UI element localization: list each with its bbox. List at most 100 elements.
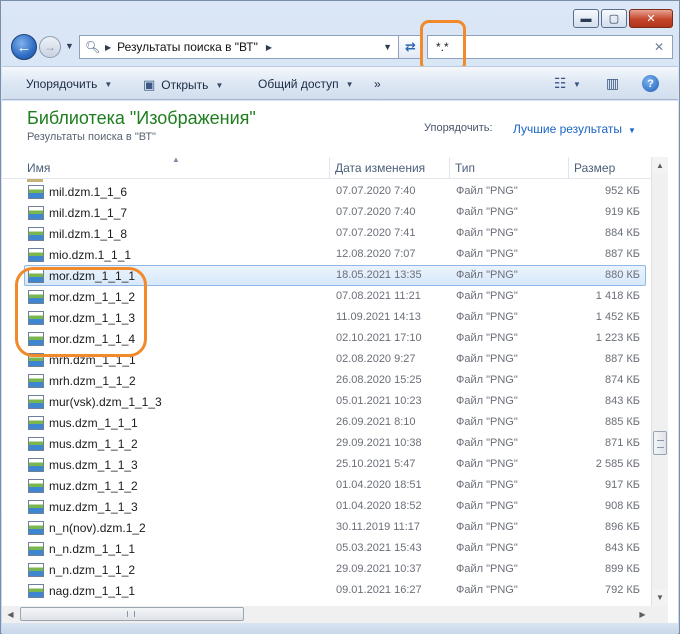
file-name: mus.dzm_1_1_1	[49, 416, 138, 430]
file-row[interactable]: mus.dzm_1_1_3 25.10.2021 5:47 Файл "PNG" 2 …	[24, 454, 646, 475]
arrange-by-value: Лучшие результаты	[513, 122, 622, 136]
chevron-right-icon[interactable]: ▶	[266, 43, 272, 52]
column-divider[interactable]	[568, 157, 569, 179]
sort-ascending-icon: ▲	[172, 155, 180, 164]
file-size: 887 КБ	[604, 353, 640, 365]
file-size: 919 КБ	[604, 206, 640, 218]
file-row[interactable]: mio.dzm.1_1_1 12.08.2020 7:07 Файл "PNG" 88…	[24, 244, 646, 265]
file-size: 874 КБ	[604, 374, 640, 386]
open-image-icon: ▣	[143, 77, 156, 92]
back-arrow-icon: ←	[16, 38, 32, 56]
column-type[interactable]: Тип	[455, 161, 475, 175]
library-title: Библиотека "Изображения"	[27, 108, 256, 128]
scrollbar-corner	[651, 606, 668, 623]
png-file-icon	[28, 542, 44, 556]
open-menu[interactable]: ▣ Открыть ▼	[143, 77, 223, 93]
file-type: Файл "PNG"	[456, 542, 518, 554]
file-type: Файл "PNG"	[456, 248, 518, 260]
column-date-modified[interactable]: Дата изменения	[335, 161, 425, 175]
horizontal-scrollbar[interactable]: ◀ ▶	[2, 606, 651, 623]
png-file-icon	[28, 206, 44, 220]
organize-menu[interactable]: Упорядочить ▼	[26, 77, 112, 91]
minimize-button[interactable]: ▬	[573, 9, 599, 28]
chevron-down-icon: ▼	[628, 126, 636, 135]
arrange-by-dropdown[interactable]: Лучшие результаты ▼	[513, 122, 636, 136]
chevron-down-icon: ▼	[104, 79, 113, 89]
file-name: mil.dzm.1_1_6	[49, 185, 128, 199]
file-row[interactable]: mur(vsk).dzm_1_1_3 05.01.2021 10:23 Файл "…	[24, 391, 646, 412]
file-row[interactable]: muz.dzm_1_1_3 01.04.2020 18:52 Файл "PNG" 9…	[24, 496, 646, 517]
chevron-down-icon: ▼	[215, 80, 224, 90]
column-name[interactable]: Имя	[27, 161, 50, 175]
column-size[interactable]: Размер	[574, 161, 615, 175]
address-bar[interactable]: 🔍︎ ▶ Результаты поиска в "ВТ" ▶ ▼	[79, 35, 399, 59]
file-row[interactable]: mrh.dzm_1_1_2 26.08.2020 15:25 Файл "PNG" 8…	[24, 370, 646, 391]
file-name: mus.dzm_1_1_3	[49, 458, 138, 472]
scroll-right-icon[interactable]: ▶	[634, 606, 651, 623]
png-file-icon	[28, 185, 44, 199]
file-row[interactable]: mil.dzm.1_1_7 07.07.2020 7:40 Файл "PNG" 91…	[24, 202, 646, 223]
file-name: n_n(nov).dzm.1_2	[49, 521, 146, 535]
file-size: 917 КБ	[604, 479, 640, 491]
file-name: muz.dzm_1_1_3	[49, 500, 138, 514]
vertical-scrollbar[interactable]: ▲ ▼	[651, 157, 668, 606]
file-row[interactable]: nag.dzm_1_1_1 09.01.2021 16:27 Файл "PNG" 7…	[24, 580, 646, 601]
recent-pages-dropdown[interactable]: ▼	[65, 41, 74, 51]
png-file-icon	[28, 479, 44, 493]
view-options-dropdown[interactable]: ▼	[573, 80, 581, 89]
file-date: 29.09.2021 10:38	[336, 437, 422, 449]
file-row[interactable]: n_n(nov).dzm.1_2 30.11.2019 11:17 Файл "PN…	[24, 517, 646, 538]
command-bar: Упорядочить ▼ ▣ Открыть ▼ Общий доступ ▼…	[2, 66, 678, 100]
share-menu[interactable]: Общий доступ ▼	[258, 77, 354, 91]
scroll-up-icon[interactable]: ▲	[652, 157, 668, 174]
file-row[interactable]: muz.dzm_1_1_2 01.04.2020 18:51 Файл "PNG" 9…	[24, 475, 646, 496]
file-date: 26.09.2021 8:10	[336, 416, 416, 428]
preview-pane-button[interactable]: ▥	[606, 75, 619, 92]
close-button[interactable]: ✕	[629, 9, 673, 28]
file-type: Файл "PNG"	[456, 500, 518, 512]
png-file-icon	[28, 500, 44, 514]
breadcrumb-search-results[interactable]: Результаты поиска в "ВТ"	[117, 40, 258, 54]
horizontal-scroll-thumb[interactable]	[20, 607, 244, 621]
file-date: 07.08.2021 11:21	[336, 290, 421, 302]
file-date: 02.08.2020 9:27	[336, 353, 416, 365]
address-dropdown-icon[interactable]: ▼	[383, 42, 392, 52]
file-row[interactable]: mus.dzm_1_1_1 26.09.2021 8:10 Файл "PNG" 88…	[24, 412, 646, 433]
preview-pane-icon: ▥	[606, 75, 620, 91]
file-row[interactable]: n_n.dzm_1_1_2 29.09.2021 10:37 Файл "PNG" 8…	[24, 559, 646, 580]
scroll-down-icon[interactable]: ▼	[652, 589, 668, 606]
change-view-button[interactable]: ☷	[554, 75, 567, 92]
file-name: mio.dzm.1_1_1	[49, 248, 132, 262]
file-date: 30.11.2019 11:17	[336, 521, 421, 533]
chevron-right-icon[interactable]: ▶	[105, 43, 111, 52]
file-row[interactable]: mil.dzm.1_1_6 07.07.2020 7:40 Файл "PNG" 95…	[24, 181, 646, 202]
column-divider[interactable]	[449, 157, 450, 179]
column-header-row: ▲ Имя Дата изменения Тип Размер	[2, 155, 652, 179]
help-button[interactable]: ?	[642, 75, 659, 92]
file-size: 885 КБ	[604, 416, 640, 428]
forward-button[interactable]: →	[39, 36, 61, 58]
file-date: 07.07.2020 7:40	[336, 185, 416, 197]
more-commands-button[interactable]: »	[374, 77, 381, 91]
file-row[interactable]: n_n.dzm_1_1_1 05.03.2021 15:43 Файл "PNG" 8…	[24, 538, 646, 559]
clear-search-icon[interactable]: ✕	[654, 40, 664, 54]
file-name: mrh.dzm_1_1_2	[49, 374, 136, 388]
png-file-icon	[28, 416, 44, 430]
back-button[interactable]: ←	[11, 34, 37, 60]
file-row[interactable]: mus.dzm_1_1_2 29.09.2021 10:38 Файл "PNG" 8…	[24, 433, 646, 454]
file-type: Файл "PNG"	[456, 332, 518, 344]
file-name: n_n.dzm_1_1_1	[49, 542, 136, 556]
column-divider[interactable]	[329, 157, 330, 179]
organize-label: Упорядочить	[26, 77, 98, 91]
file-type: Файл "PNG"	[456, 584, 518, 596]
scroll-left-icon[interactable]: ◀	[2, 606, 19, 623]
file-row[interactable]: mil.dzm.1_1_8 07.07.2020 7:41 Файл "PNG" 88…	[24, 223, 646, 244]
file-size: 884 КБ	[604, 227, 640, 239]
maximize-button[interactable]: ▢	[601, 9, 627, 28]
vertical-scroll-thumb[interactable]	[653, 431, 667, 455]
highlight-callout-search	[420, 20, 466, 72]
highlight-callout-mor-files	[15, 267, 147, 357]
file-type: Файл "PNG"	[456, 311, 518, 323]
file-type: Файл "PNG"	[456, 206, 518, 218]
file-type: Файл "PNG"	[456, 563, 518, 575]
